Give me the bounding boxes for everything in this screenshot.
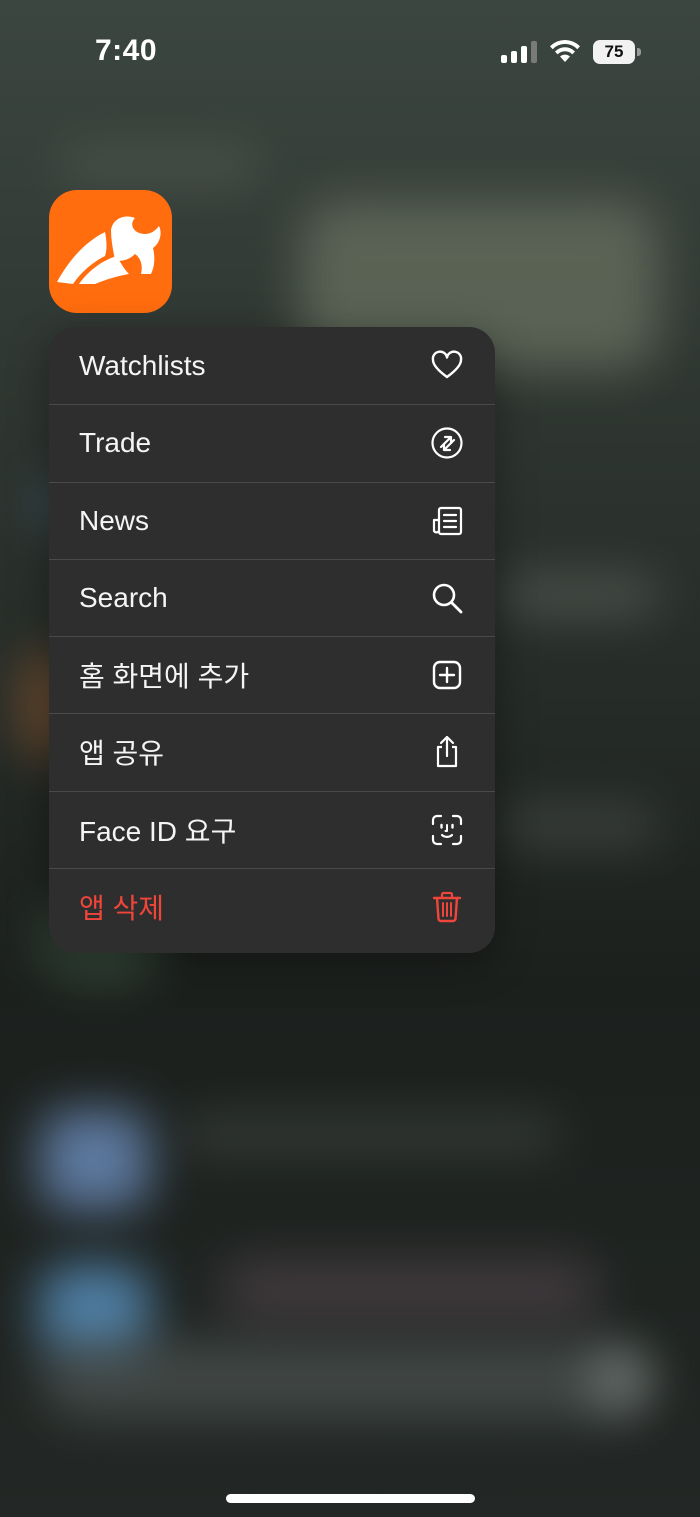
face-id-icon <box>429 812 465 848</box>
menu-item-delete-app[interactable]: 앱 삭제 <box>49 867 495 945</box>
share-icon <box>429 734 465 770</box>
bull-logo-icon <box>57 216 161 284</box>
menu-item-news[interactable]: News <box>49 481 495 559</box>
menu-item-label: 앱 공유 <box>79 738 165 770</box>
heart-icon <box>429 348 465 384</box>
menu-item-label: 홈 화면에 추가 <box>79 661 250 693</box>
menu-item-watchlists[interactable]: Watchlists <box>49 327 495 404</box>
battery-level: 75 <box>593 40 635 64</box>
menu-item-label: Watchlists <box>79 349 206 381</box>
newspaper-icon <box>429 503 465 539</box>
status-time: 7:40 <box>95 34 158 67</box>
app-icon[interactable] <box>49 190 172 313</box>
menu-item-label: Face ID 요구 <box>79 815 237 847</box>
trade-arrows-icon <box>429 425 465 461</box>
menu-item-add-to-home-screen[interactable]: 홈 화면에 추가 <box>49 636 495 713</box>
app-context-menu: Watchlists Trade News Search 홈 화면에 추가 앱 … <box>49 327 495 953</box>
wifi-icon <box>550 40 580 62</box>
search-icon <box>429 580 465 616</box>
menu-item-search[interactable]: Search <box>49 558 495 636</box>
battery-icon: 75 <box>593 40 643 64</box>
trash-icon <box>429 889 465 925</box>
menu-item-label: 앱 삭제 <box>79 892 165 924</box>
add-square-icon <box>429 657 465 693</box>
menu-item-label: Search <box>79 581 168 613</box>
menu-item-label: Trade <box>79 427 152 459</box>
status-bar: 7:40 75 <box>0 0 700 100</box>
cellular-signal-icon <box>501 41 539 63</box>
home-indicator[interactable] <box>226 1494 475 1503</box>
menu-item-label: News <box>79 504 150 536</box>
menu-item-require-face-id[interactable]: Face ID 요구 <box>49 790 495 868</box>
menu-item-trade[interactable]: Trade <box>49 404 495 481</box>
menu-item-share-app[interactable]: 앱 공유 <box>49 713 495 790</box>
